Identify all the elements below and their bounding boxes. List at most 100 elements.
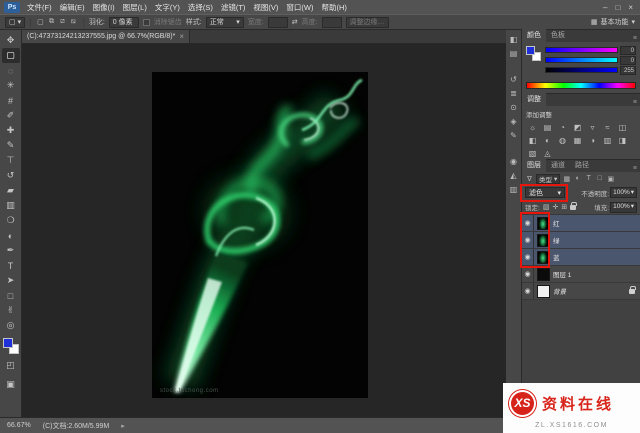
layer-filter-icon[interactable]: T (584, 175, 593, 182)
adjustment-icon[interactable]: ◨ (615, 134, 630, 147)
layer-thumbnail[interactable] (537, 285, 550, 298)
collapsed-panel-icon[interactable]: ▤ (510, 49, 518, 58)
zoom-tool[interactable]: ◎ (2, 318, 20, 333)
combine-mode-icon[interactable]: ⧄ (57, 17, 67, 28)
tab-swatches[interactable]: 色板 (546, 28, 570, 42)
tab-paths[interactable]: 路径 (570, 158, 594, 172)
status-arrow-icon[interactable]: ▸ (121, 422, 125, 430)
layer-name[interactable]: 图层 1 (553, 269, 640, 279)
panel-menu-icon[interactable]: ≡ (630, 165, 640, 172)
eyedropper-tool[interactable]: ✐ (2, 108, 20, 123)
blend-mode-select[interactable]: 滤色 ▾ (525, 187, 565, 198)
foreground-color-swatch[interactable] (526, 46, 535, 55)
clone-stamp-tool[interactable]: ⊤ (2, 153, 20, 168)
width-input[interactable] (268, 17, 288, 28)
adjustment-icon[interactable]: ◍ (555, 134, 570, 147)
adjustment-icon[interactable]: ▦ (570, 134, 585, 147)
layer-filter-icon[interactable]: ▦ (562, 175, 571, 183)
layer-row[interactable]: ◉ 背景 (522, 283, 640, 300)
adjustment-icon[interactable]: ▥ (600, 134, 615, 147)
panel-menu-icon[interactable]: ≡ (630, 99, 640, 106)
tool-preset-picker[interactable]: ▢ ▾ (5, 17, 25, 28)
visibility-eye-icon[interactable]: ◉ (522, 232, 534, 248)
collapsed-panel-icon[interactable]: ▥ (510, 185, 518, 194)
layer-thumbnail[interactable] (537, 234, 550, 247)
color-slider-track[interactable] (545, 67, 618, 73)
maximize-button[interactable]: □ (615, 3, 620, 12)
hand-tool[interactable]: ✌ (2, 303, 20, 318)
layer-name[interactable]: 红 (553, 218, 640, 228)
color-slider-value[interactable]: 255 (620, 66, 636, 75)
lock-all-icon[interactable] (570, 205, 576, 210)
menu-item[interactable]: 帮助(H) (318, 0, 351, 15)
antialias-checkbox[interactable] (143, 19, 150, 26)
style-select[interactable]: 正常 ▾ (206, 17, 244, 28)
color-slider-track[interactable] (545, 57, 618, 63)
layer-filter-icon[interactable]: □ (595, 175, 604, 182)
menu-item[interactable]: 文字(Y) (151, 0, 184, 15)
visibility-eye-icon[interactable]: ◉ (522, 266, 534, 282)
adjustment-icon[interactable]: ≈ (600, 121, 615, 134)
adjustment-icon[interactable]: ☼ (525, 121, 540, 134)
brush-tool[interactable]: ✎ (2, 138, 20, 153)
lock-option-icon[interactable]: ▨ (543, 203, 550, 211)
color-slider-track[interactable] (545, 47, 618, 53)
lock-option-icon[interactable]: ⊞ (561, 203, 567, 211)
gradient-tool[interactable]: ▥ (2, 198, 20, 213)
color-slider-value[interactable]: 0 (620, 46, 636, 55)
tab-layers[interactable]: 图层 (522, 158, 546, 172)
collapsed-panel-icon[interactable]: ◈ (510, 117, 516, 126)
menu-item[interactable]: 文件(F) (23, 0, 56, 15)
menu-item[interactable]: 图像(I) (89, 0, 119, 15)
workspace-switcher[interactable]: ▦ 基本功能 ▾ (591, 17, 635, 27)
crop-tool[interactable]: # (2, 93, 20, 108)
opacity-value[interactable]: 100% ▾ (610, 187, 637, 198)
refine-edge-button[interactable]: 调整边缘… (346, 17, 389, 28)
close-button[interactable]: × (628, 3, 633, 12)
layer-name[interactable]: 蓝 (553, 252, 640, 262)
history-brush-tool[interactable]: ↺ (2, 168, 20, 183)
marquee-tool[interactable]: ▢ (2, 48, 20, 63)
menu-item[interactable]: 图层(L) (119, 0, 151, 15)
healing-brush-tool[interactable]: ✚ (2, 123, 20, 138)
menu-item[interactable]: 视图(V) (249, 0, 282, 15)
foreground-color-swatch[interactable] (3, 338, 13, 348)
layer-filter-icon[interactable]: ◐ (573, 175, 582, 182)
layer-name[interactable]: 绿 (553, 235, 640, 245)
height-input[interactable] (322, 17, 342, 28)
menu-item[interactable]: 窗口(W) (282, 0, 317, 15)
zoom-level[interactable]: 66.67% (7, 422, 31, 429)
document-info[interactable]: (C)文档:2.60M/5.99M (43, 421, 110, 431)
adjustment-icon[interactable]: ▤ (540, 121, 555, 134)
screen-mode-icon[interactable]: ▣ (2, 377, 20, 392)
pen-tool[interactable]: ✒ (2, 243, 20, 258)
tab-close-icon[interactable]: × (179, 32, 184, 41)
adjustment-icon[interactable]: ◧ (525, 134, 540, 147)
visibility-eye-icon[interactable]: ◉ (522, 215, 534, 231)
adjustment-icon[interactable]: ▿ (585, 121, 600, 134)
path-selection-tool[interactable]: ➤ (2, 273, 20, 288)
panel-menu-icon[interactable]: ≡ (630, 35, 640, 42)
combine-mode-icon[interactable]: ▢ (35, 17, 45, 28)
combine-mode-icon[interactable]: ⧉ (46, 17, 56, 28)
visibility-eye-icon[interactable]: ◉ (522, 249, 534, 265)
swap-dimensions-icon[interactable]: ⇄ (292, 18, 298, 26)
eraser-tool[interactable]: ▰ (2, 183, 20, 198)
fill-value[interactable]: 100% ▾ (610, 202, 637, 213)
quick-selection-tool[interactable]: ✳ (2, 78, 20, 93)
blur-tool[interactable]: ❍ (2, 213, 20, 228)
adjustment-icon[interactable]: ◫ (615, 121, 630, 134)
layer-row[interactable]: ◉ 绿 (522, 232, 640, 249)
lock-option-icon[interactable]: ✛ (552, 203, 558, 211)
layer-row[interactable]: ◉ 图层 1 (522, 266, 640, 283)
layer-name[interactable]: 背景 (553, 286, 627, 296)
layer-row[interactable]: ◉ 蓝 (522, 249, 640, 266)
tab-channels[interactable]: 通道 (546, 158, 570, 172)
adjustment-icon[interactable]: ◐ (540, 134, 555, 147)
feather-input[interactable]: 0 像素 (109, 17, 139, 28)
menu-item[interactable]: 选择(S) (184, 0, 217, 15)
menu-item[interactable]: 滤镜(T) (217, 0, 250, 15)
tab-color[interactable]: 颜色 (522, 28, 546, 42)
layer-filter-select[interactable]: 类型 ▾ (536, 174, 560, 184)
adjustment-icon[interactable]: ◩ (570, 121, 585, 134)
